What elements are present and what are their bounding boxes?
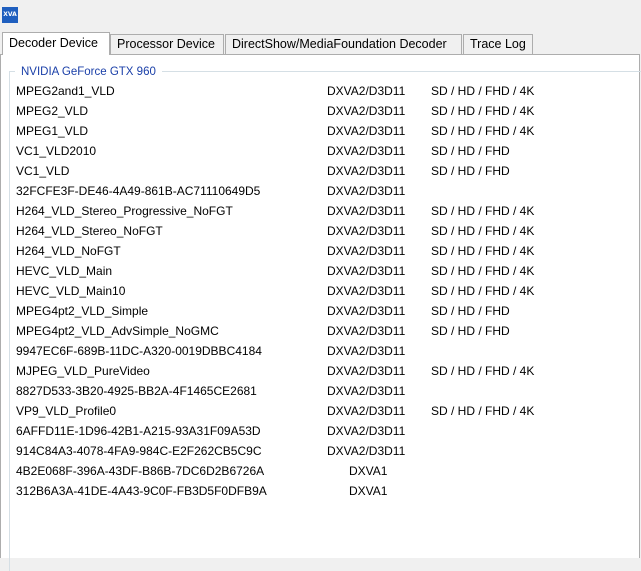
decoder-api: DXVA2/D3D11 [327, 244, 406, 258]
decoder-row: HEVC_VLD_Main10 DXVA2/D3D11 SD / HD / FHD … [0, 281, 641, 301]
decoder-name: H264_VLD_Stereo_Progressive_NoFGT [16, 204, 233, 218]
decoder-name: 32FCFE3F-DE46-4A49-861B-AC71110649D5 [16, 184, 261, 198]
decoder-api: DXVA1 [349, 464, 388, 478]
decoder-row: MPEG4pt2_VLD_AdvSimple_NoGMC DXVA2/D3D11 S… [0, 321, 641, 341]
decoder-resolutions: SD / HD / FHD / 4K [431, 404, 535, 418]
decoder-api: DXVA2/D3D11 [327, 184, 406, 198]
decoder-name: 914C84A3-4078-4FA9-984C-E2F262CB5C9C [16, 444, 262, 458]
decoder-name: 6AFFD11E-1D96-42B1-A215-93A31F09A53D [16, 424, 261, 438]
decoder-api: DXVA2/D3D11 [327, 224, 406, 238]
decoder-row: MPEG2_VLD DXVA2/D3D11 SD / HD / FHD / 4K [0, 101, 641, 121]
decoder-name: 9947EC6F-689B-11DC-A320-0019DBBC4184 [16, 344, 262, 358]
decoder-name: H264_VLD_Stereo_NoFGT [16, 224, 163, 238]
decoder-name: 312B6A3A-41DE-4A43-9C0F-FB3D5F0DFB9A [16, 484, 267, 498]
decoder-row: 4B2E068F-396A-43DF-B86B-7DC6D2B6726A DXVA… [0, 461, 641, 481]
decoder-api: DXVA2/D3D11 [327, 424, 406, 438]
decoder-api: DXVA2/D3D11 [327, 84, 406, 98]
decoder-row: MJPEG_VLD_PureVideo DXVA2/D3D11 SD / HD / … [0, 361, 641, 381]
decoder-row: H264_VLD_Stereo_NoFGT DXVA2/D3D11 SD / HD … [0, 221, 641, 241]
app-icon[interactable]: XVA [2, 7, 18, 23]
decoder-resolutions: SD / HD / FHD / 4K [431, 244, 535, 258]
decoder-row: MPEG2and1_VLD DXVA2/D3D11 SD / HD / FHD / … [0, 81, 641, 101]
decoder-resolutions: SD / HD / FHD / 4K [431, 284, 535, 298]
decoder-name: 8827D533-3B20-4925-BB2A-4F1465CE2681 [16, 384, 257, 398]
decoder-row: MPEG1_VLD DXVA2/D3D11 SD / HD / FHD / 4K [0, 121, 641, 141]
gpu-name-label: NVIDIA GeForce GTX 960 [15, 65, 162, 79]
decoder-name: HEVC_VLD_Main10 [16, 284, 126, 298]
title-bar: XVA [0, 0, 641, 32]
decoder-api: DXVA2/D3D11 [327, 144, 406, 158]
decoder-row: VC1_VLD DXVA2/D3D11 SD / HD / FHD [0, 161, 641, 181]
decoder-row: 312B6A3A-41DE-4A43-9C0F-FB3D5F0DFB9A DXVA… [0, 481, 641, 501]
decoder-resolutions: SD / HD / FHD / 4K [431, 104, 535, 118]
decoder-resolutions: SD / HD / FHD [431, 164, 510, 178]
decoder-row: H264_VLD_Stereo_Progressive_NoFGT DXVA2/D… [0, 201, 641, 221]
decoder-row: HEVC_VLD_Main DXVA2/D3D11 SD / HD / FHD / … [0, 261, 641, 281]
decoder-resolutions: SD / HD / FHD [431, 324, 510, 338]
decoder-row: 8827D533-3B20-4925-BB2A-4F1465CE2681 DXVA… [0, 381, 641, 401]
decoder-row: H264_VLD_NoFGT DXVA2/D3D11 SD / HD / FHD /… [0, 241, 641, 261]
decoder-api: DXVA2/D3D11 [327, 324, 406, 338]
decoder-api: DXVA1 [349, 484, 388, 498]
decoder-name: MJPEG_VLD_PureVideo [16, 364, 150, 378]
decoder-name: MPEG4pt2_VLD_AdvSimple_NoGMC [16, 324, 219, 338]
tab-strip: Decoder Device Processor Device DirectSh… [0, 32, 641, 55]
decoder-resolutions: SD / HD / FHD [431, 304, 510, 318]
decoder-name: MPEG1_VLD [16, 124, 89, 138]
decoder-api: DXVA2/D3D11 [327, 404, 406, 418]
decoder-api: DXVA2/D3D11 [327, 364, 406, 378]
decoder-row: 9947EC6F-689B-11DC-A320-0019DBBC4184 DXVA… [0, 341, 641, 361]
decoder-resolutions: SD / HD / FHD [431, 144, 510, 158]
decoder-api: DXVA2/D3D11 [327, 304, 406, 318]
decoder-resolutions: SD / HD / FHD / 4K [431, 84, 535, 98]
decoder-row: 6AFFD11E-1D96-42B1-A215-93A31F09A53D DXVA… [0, 421, 641, 441]
decoder-api: DXVA2/D3D11 [327, 204, 406, 218]
decoder-api: DXVA2/D3D11 [327, 264, 406, 278]
tab-trace-log[interactable]: Trace Log [463, 34, 533, 54]
decoder-resolutions: SD / HD / FHD / 4K [431, 204, 535, 218]
decoder-api: DXVA2/D3D11 [327, 444, 406, 458]
decoder-name: H264_VLD_NoFGT [16, 244, 121, 258]
decoder-row: VP9_VLD_Profile0 DXVA2/D3D11 SD / HD / FHD… [0, 401, 641, 421]
decoder-name: VC1_VLD2010 [16, 144, 97, 158]
decoder-name: VP9_VLD_Profile0 [16, 404, 117, 418]
decoder-row: 32FCFE3F-DE46-4A49-861B-AC71110649D5 DXVA… [0, 181, 641, 201]
decoder-resolutions: SD / HD / FHD / 4K [431, 264, 535, 278]
decoder-list: MPEG2and1_VLD DXVA2/D3D11 SD / HD / FHD / … [0, 81, 641, 501]
decoder-name: MPEG4pt2_VLD_Simple [16, 304, 149, 318]
decoder-name: VC1_VLD [16, 164, 70, 178]
decoder-api: DXVA2/D3D11 [327, 344, 406, 358]
decoder-row: 914C84A3-4078-4FA9-984C-E2F262CB5C9C DXVA… [0, 441, 641, 461]
decoder-api: DXVA2/D3D11 [327, 124, 406, 138]
decoder-api: DXVA2/D3D11 [327, 104, 406, 118]
decoder-name: 4B2E068F-396A-43DF-B86B-7DC6D2B6726A [16, 464, 265, 478]
decoder-resolutions: SD / HD / FHD / 4K [431, 364, 535, 378]
decoder-api: DXVA2/D3D11 [327, 284, 406, 298]
decoder-resolutions: SD / HD / FHD / 4K [431, 124, 535, 138]
decoder-name: MPEG2_VLD [16, 104, 89, 118]
tab-processor-device[interactable]: Processor Device [110, 34, 224, 54]
decoder-resolutions: SD / HD / FHD / 4K [431, 224, 535, 238]
decoder-api: DXVA2/D3D11 [327, 384, 406, 398]
tab-directshow-mediafoundation-decoder[interactable]: DirectShow/MediaFoundation Decoder [225, 34, 462, 54]
decoder-row: MPEG4pt2_VLD_Simple DXVA2/D3D11 SD / HD / … [0, 301, 641, 321]
decoder-api: DXVA2/D3D11 [327, 164, 406, 178]
decoder-name: HEVC_VLD_Main [16, 264, 113, 278]
tab-decoder-device[interactable]: Decoder Device [2, 32, 110, 55]
decoder-row: VC1_VLD2010 DXVA2/D3D11 SD / HD / FHD [0, 141, 641, 161]
decoder-name: MPEG2and1_VLD [16, 84, 115, 98]
